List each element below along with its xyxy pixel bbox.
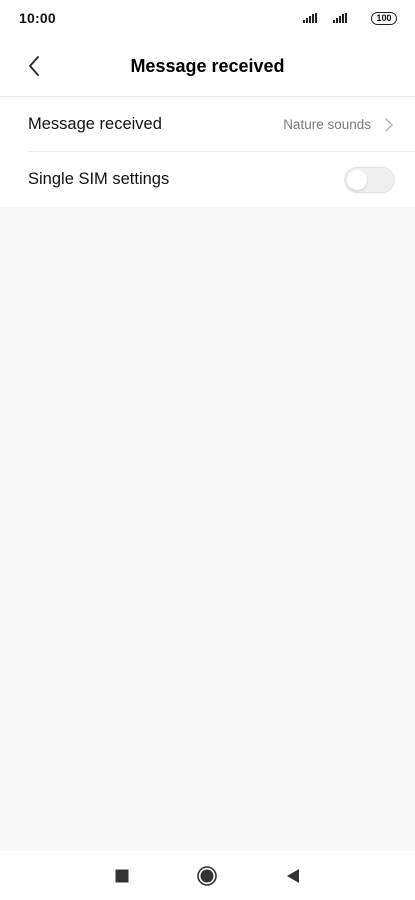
- message-received-value: Nature sounds: [283, 117, 371, 132]
- navigation-bar: [0, 851, 415, 900]
- battery-level: 100: [376, 13, 392, 23]
- status-bar: 10:00 100: [0, 0, 415, 36]
- battery-icon: 100: [371, 11, 397, 25]
- settings-list: Message received Nature sounds Single SI…: [0, 97, 415, 207]
- chevron-right-icon: [385, 117, 395, 132]
- recents-icon: [115, 869, 129, 883]
- back-arrow-icon: [29, 56, 39, 76]
- home-button[interactable]: [196, 865, 218, 887]
- recents-button[interactable]: [113, 867, 131, 885]
- back-button[interactable]: [18, 50, 50, 82]
- status-time: 10:00: [19, 10, 56, 26]
- status-icons: 100: [303, 11, 397, 25]
- nav-back-button[interactable]: [284, 867, 302, 885]
- screen: 10:00 100 Message received Message recei…: [0, 0, 415, 900]
- single-sim-row[interactable]: Single SIM settings: [0, 152, 415, 207]
- single-sim-toggle[interactable]: [344, 166, 395, 193]
- home-icon: [197, 866, 217, 886]
- toggle-knob: [347, 169, 367, 190]
- signal-icon: [303, 13, 317, 23]
- page-title: Message received: [130, 55, 285, 76]
- signal-icon: [333, 13, 347, 23]
- back-icon: [287, 869, 299, 883]
- single-sim-label: Single SIM settings: [28, 170, 170, 188]
- message-received-label: Message received: [28, 115, 162, 133]
- header: Message received: [0, 36, 415, 96]
- message-received-row[interactable]: Message received Nature sounds: [0, 97, 415, 152]
